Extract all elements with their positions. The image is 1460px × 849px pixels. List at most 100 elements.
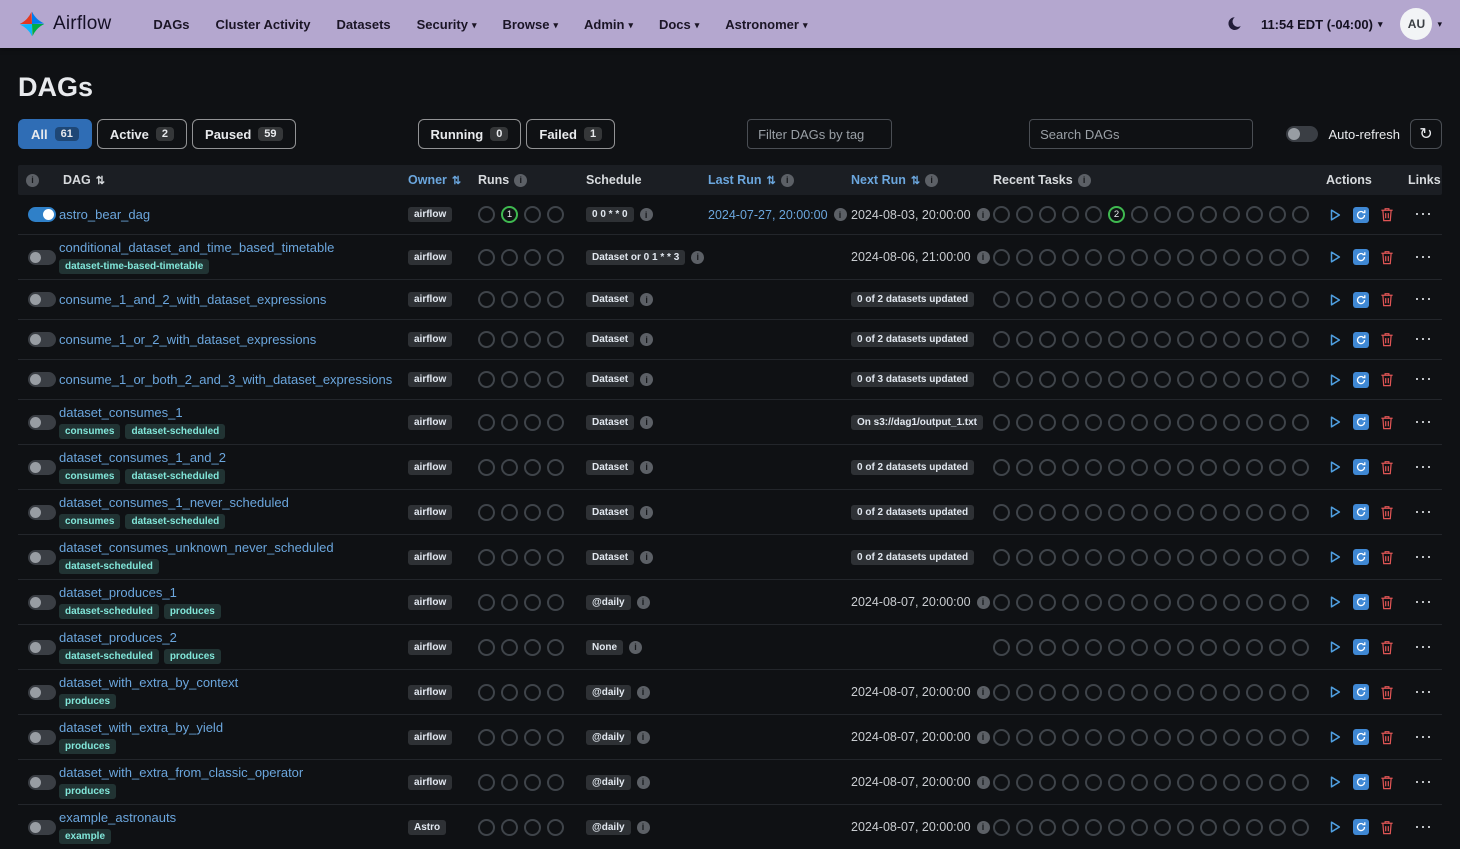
recent-task-circle[interactable] — [993, 729, 1010, 746]
recent-task-circle[interactable] — [1177, 549, 1194, 566]
recent-task-circle[interactable] — [1292, 331, 1309, 348]
recent-task-circle[interactable] — [1269, 774, 1286, 791]
recent-task-circle[interactable] — [1246, 684, 1263, 701]
recent-task-circle[interactable] — [1177, 459, 1194, 476]
last-run-link[interactable]: 2024-07-27, 20:00:00 — [708, 208, 828, 222]
trigger-dag-button[interactable] — [1328, 595, 1342, 609]
recent-task-circle[interactable] — [1085, 206, 1102, 223]
delete-dag-button[interactable] — [1380, 292, 1394, 307]
recent-task-circle[interactable] — [1200, 594, 1217, 611]
recent-task-circle[interactable] — [1016, 331, 1033, 348]
run-status-circle[interactable] — [478, 774, 495, 791]
info-icon[interactable]: i — [637, 686, 650, 699]
recent-task-circle[interactable] — [1200, 459, 1217, 476]
recent-task-circle[interactable] — [1292, 729, 1309, 746]
dag-name-link[interactable]: conditional_dataset_and_time_based_timet… — [59, 240, 334, 255]
recent-task-circle[interactable] — [1269, 504, 1286, 521]
recent-task-circle[interactable] — [1085, 819, 1102, 836]
owner-badge[interactable]: airflow — [408, 372, 452, 387]
run-status-circle[interactable] — [501, 729, 518, 746]
trigger-dag-button[interactable] — [1328, 640, 1342, 654]
owner-badge[interactable]: airflow — [408, 292, 452, 307]
links-menu[interactable]: ⋯ — [1408, 547, 1433, 568]
run-status-circle[interactable] — [478, 371, 495, 388]
recent-task-circle[interactable] — [1223, 414, 1240, 431]
run-status-circle[interactable] — [547, 549, 564, 566]
column-header-last-run[interactable]: Last Run⇅i — [700, 173, 843, 187]
recent-task-circle[interactable] — [1269, 459, 1286, 476]
recent-task-circle[interactable] — [1177, 206, 1194, 223]
nav-item-browse[interactable]: Browse▾ — [502, 17, 558, 32]
nav-item-admin[interactable]: Admin▾ — [584, 17, 633, 32]
recent-task-circle[interactable] — [1039, 414, 1056, 431]
recent-task-circle[interactable] — [1200, 684, 1217, 701]
timezone-selector[interactable]: 11:54 EDT (-04:00) ▾ — [1261, 17, 1383, 32]
links-menu[interactable]: ⋯ — [1408, 502, 1433, 523]
dag-pause-toggle[interactable] — [28, 730, 56, 745]
recent-task-circle[interactable] — [1062, 331, 1079, 348]
recent-task-circle[interactable] — [1131, 249, 1148, 266]
reparse-dag-button[interactable] — [1353, 819, 1369, 835]
recent-task-circle[interactable] — [1062, 774, 1079, 791]
dag-name-link[interactable]: consume_1_and_2_with_dataset_expressions — [59, 292, 326, 307]
dag-tag[interactable]: dataset-scheduled — [125, 514, 225, 529]
run-status-circle[interactable] — [524, 371, 541, 388]
recent-task-circle[interactable] — [1292, 249, 1309, 266]
run-status-circle[interactable] — [547, 459, 564, 476]
recent-task-circle[interactable] — [1062, 371, 1079, 388]
recent-task-circle[interactable] — [1154, 206, 1171, 223]
recent-task-circle[interactable] — [1269, 249, 1286, 266]
reparse-dag-button[interactable] — [1353, 639, 1369, 655]
recent-task-circle[interactable] — [1292, 594, 1309, 611]
recent-task-circle[interactable] — [1131, 371, 1148, 388]
recent-task-circle[interactable] — [1108, 249, 1125, 266]
recent-task-circle[interactable] — [1269, 594, 1286, 611]
recent-task-circle[interactable] — [993, 371, 1010, 388]
recent-task-circle[interactable] — [1131, 331, 1148, 348]
recent-task-circle[interactable] — [1062, 549, 1079, 566]
recent-task-circle[interactable] — [1154, 414, 1171, 431]
filter-tab-active[interactable]: Active2 — [97, 119, 187, 149]
run-status-circle[interactable] — [524, 249, 541, 266]
links-menu[interactable]: ⋯ — [1408, 369, 1433, 390]
recent-task-circle[interactable] — [1292, 414, 1309, 431]
dag-tag[interactable]: dataset-scheduled — [125, 469, 225, 484]
recent-task-circle[interactable] — [1292, 291, 1309, 308]
recent-task-circle[interactable] — [1154, 819, 1171, 836]
recent-task-circle[interactable] — [1154, 594, 1171, 611]
recent-task-circle[interactable] — [1016, 206, 1033, 223]
sort-icon[interactable]: ⇅ — [96, 174, 105, 187]
run-status-circle[interactable] — [524, 549, 541, 566]
dag-name-link[interactable]: dataset_with_extra_from_classic_operator — [59, 765, 303, 780]
run-status-circle[interactable] — [524, 684, 541, 701]
recent-task-circle[interactable] — [1062, 594, 1079, 611]
dag-pause-toggle[interactable] — [28, 372, 56, 387]
delete-dag-button[interactable] — [1380, 332, 1394, 347]
reparse-dag-button[interactable] — [1353, 414, 1369, 430]
recent-task-circle[interactable] — [993, 594, 1010, 611]
recent-task-circle[interactable] — [1154, 549, 1171, 566]
dag-name-link[interactable]: astro_bear_dag — [59, 207, 150, 222]
links-menu[interactable]: ⋯ — [1408, 682, 1433, 703]
delete-dag-button[interactable] — [1380, 250, 1394, 265]
reparse-dag-button[interactable] — [1353, 549, 1369, 565]
run-status-circle[interactable] — [501, 371, 518, 388]
recent-task-circle[interactable] — [1200, 549, 1217, 566]
info-icon[interactable]: i — [640, 333, 653, 346]
dag-pause-toggle[interactable] — [28, 332, 56, 347]
recent-task-circle[interactable] — [993, 459, 1010, 476]
run-status-circle[interactable] — [478, 331, 495, 348]
recent-task-circle[interactable] — [1039, 594, 1056, 611]
nav-item-security[interactable]: Security▾ — [417, 17, 477, 32]
dag-tag[interactable]: dataset-scheduled — [59, 559, 159, 574]
dag-name-link[interactable]: consume_1_or_both_2_and_3_with_dataset_e… — [59, 372, 392, 387]
reparse-dag-button[interactable] — [1353, 372, 1369, 388]
delete-dag-button[interactable] — [1380, 595, 1394, 610]
dag-name-link[interactable]: dataset_produces_1 — [59, 585, 177, 600]
recent-task-circle[interactable] — [1131, 459, 1148, 476]
delete-dag-button[interactable] — [1380, 820, 1394, 835]
recent-task-circle[interactable] — [1292, 371, 1309, 388]
recent-task-circle[interactable] — [1039, 206, 1056, 223]
info-icon[interactable]: i — [640, 551, 653, 564]
delete-dag-button[interactable] — [1380, 505, 1394, 520]
